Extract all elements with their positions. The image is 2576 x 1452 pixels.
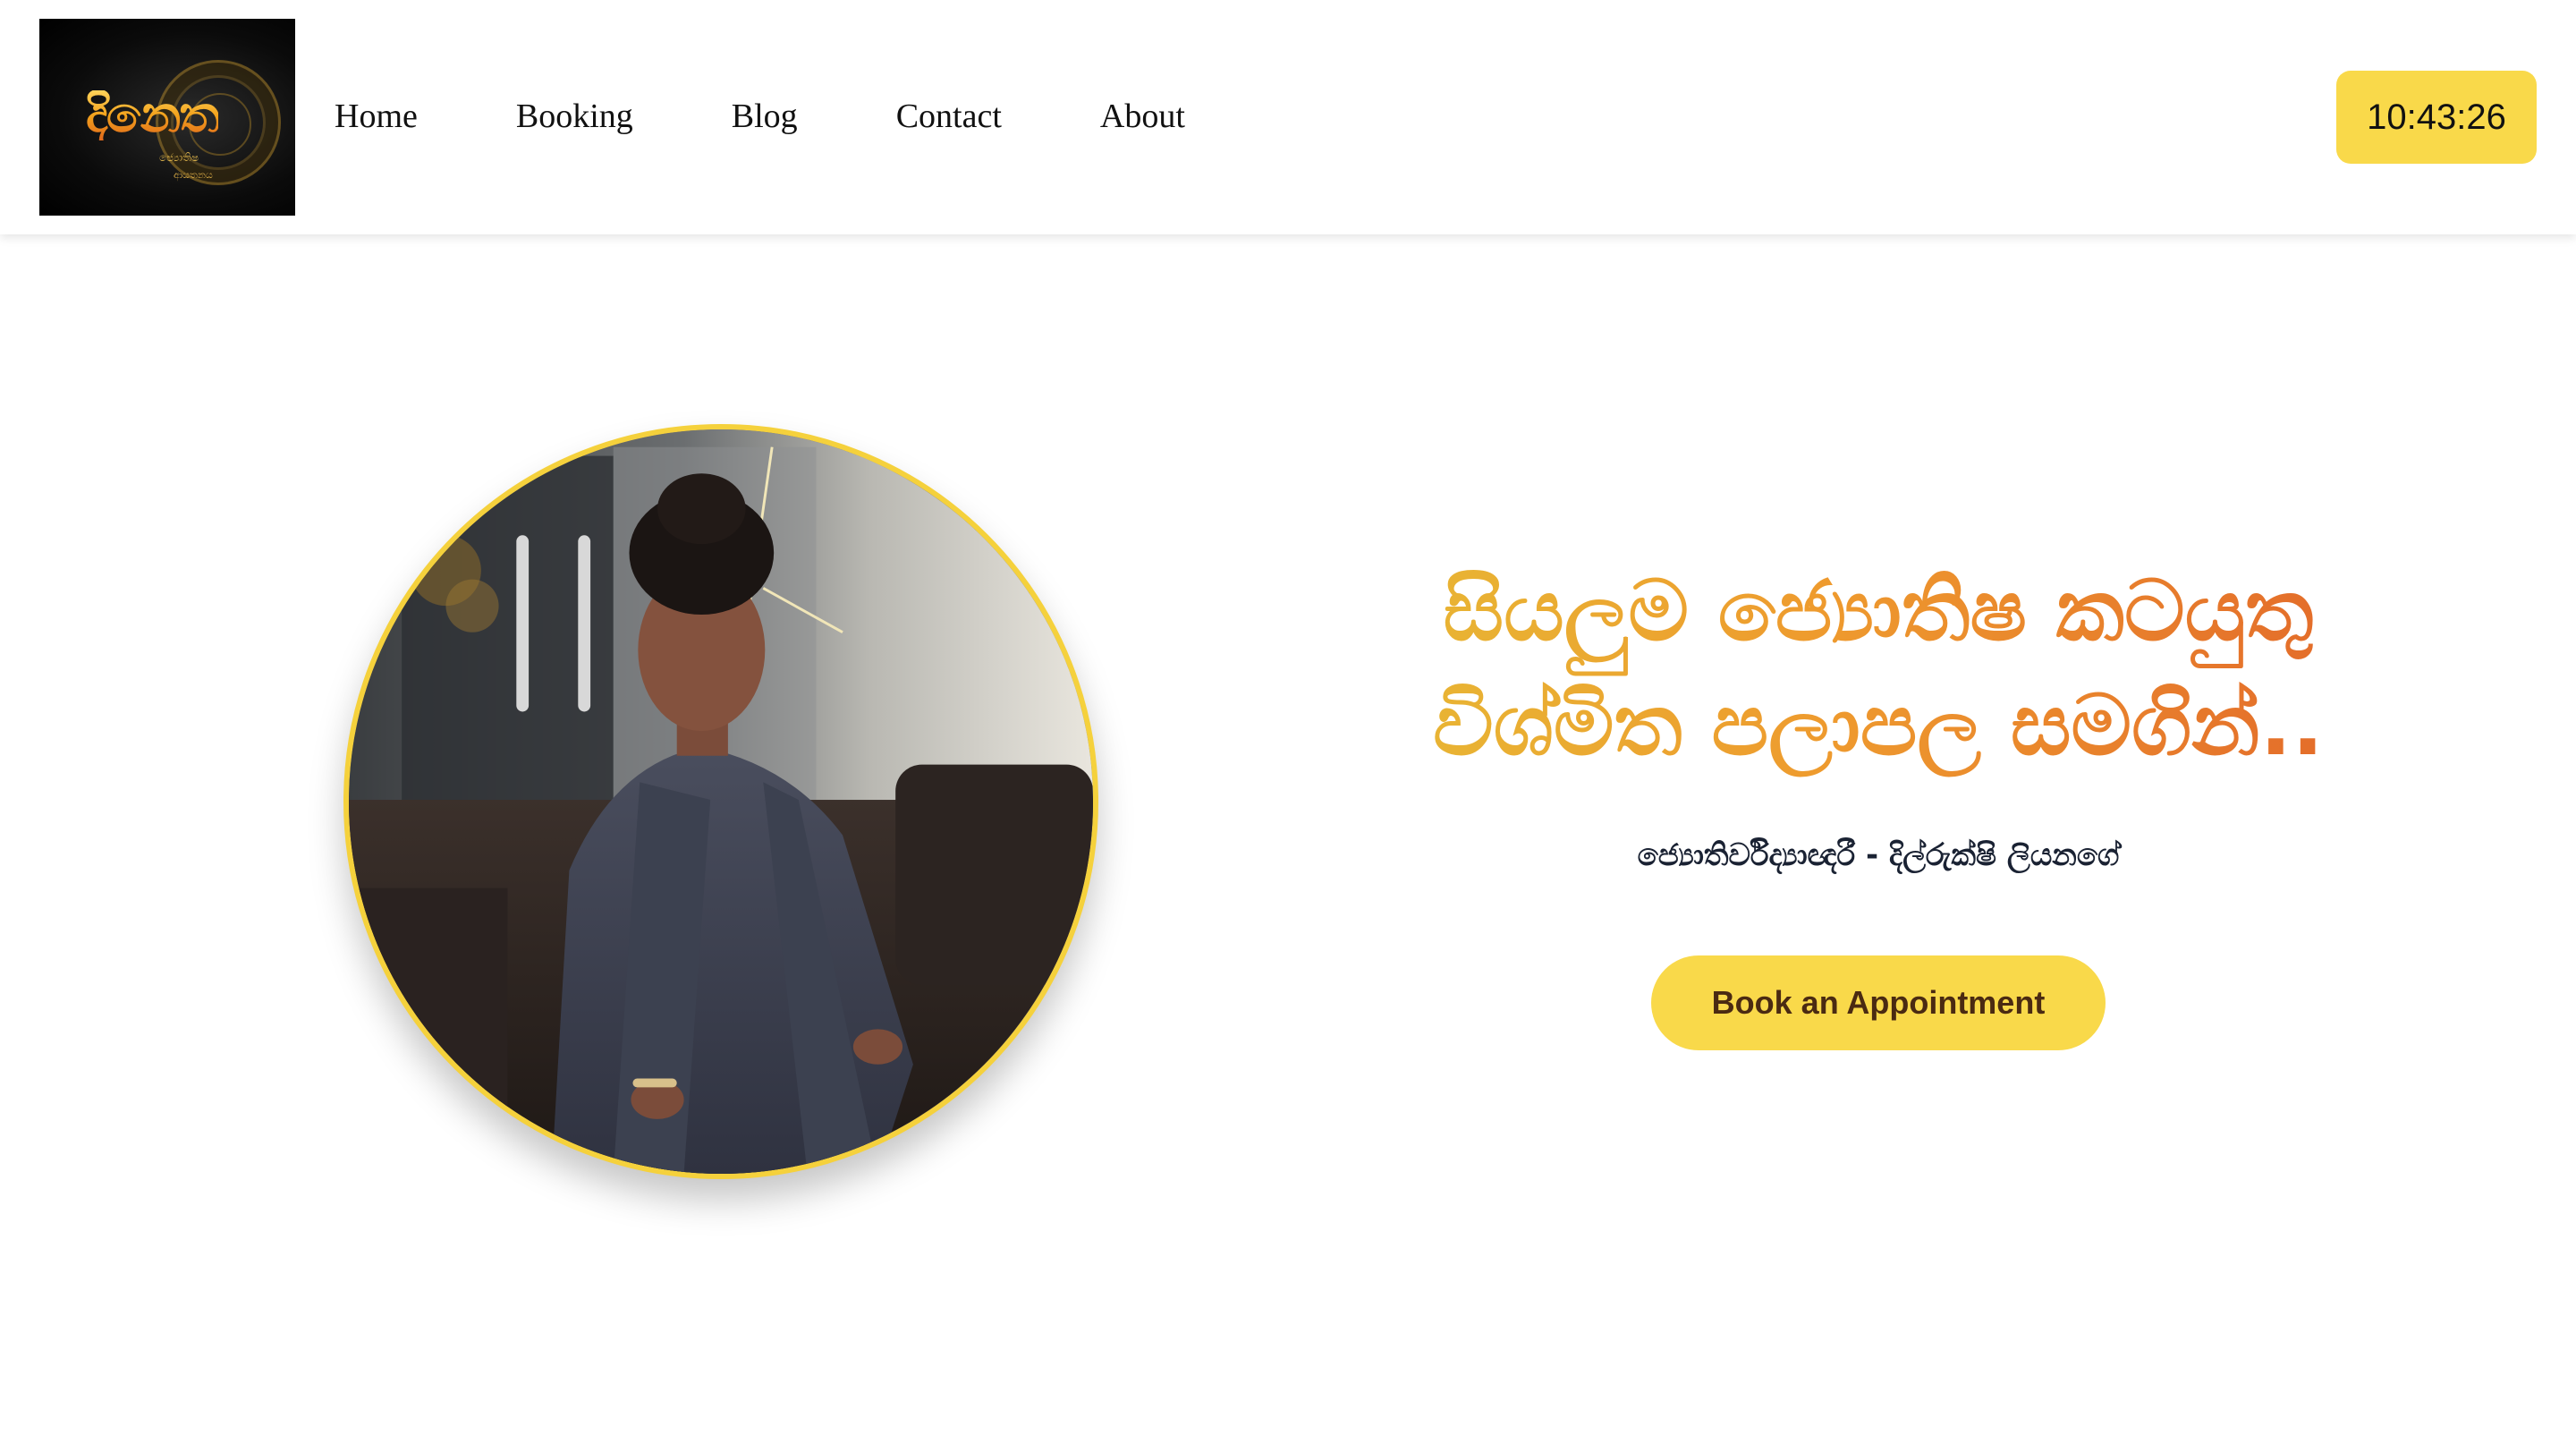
hero-headline-line-2: විශ්මිත පලාපල සමගින්..	[1433, 677, 2324, 775]
logo-subtitle: ජ්‍යොතිෂ	[159, 151, 199, 164]
hero-headline: සියලුම ජ්‍යොතිෂ කටයුතු විශ්මිත පලාපල සමග…	[1395, 555, 2361, 784]
nav-blog[interactable]: Blog	[732, 97, 798, 136]
nav-contact[interactable]: Contact	[896, 97, 1002, 136]
astrologer-name: ජ්‍යොතිර්විද්‍යාඥරී - දිල්රුක්ෂි ලියනගේ	[1637, 837, 2120, 873]
site-header: දිනෙත ජ්‍යොතිෂ ආයතනය Home Booking Blog C…	[0, 0, 2576, 234]
astrologer-portrait	[343, 424, 1098, 1179]
logo-text: දිනෙත	[86, 86, 220, 144]
main-nav: Home Booking Blog Contact About	[335, 89, 1284, 143]
book-appointment-button[interactable]: Book an Appointment	[1651, 955, 2106, 1050]
site-logo[interactable]: දිනෙත ජ්‍යොතිෂ ආයතනය	[39, 19, 295, 216]
nav-about[interactable]: About	[1100, 97, 1185, 136]
nav-booking[interactable]: Booking	[516, 97, 633, 136]
logo-subtitle-2: ආයතනය	[174, 169, 213, 181]
clock-badge: 10:43:26	[2336, 71, 2537, 164]
nav-home[interactable]: Home	[335, 97, 418, 136]
hero-headline-line-1: සියලුම ජ්‍යොතිෂ කටයුතු	[1443, 563, 2314, 660]
portrait-illustration	[349, 429, 1093, 1174]
